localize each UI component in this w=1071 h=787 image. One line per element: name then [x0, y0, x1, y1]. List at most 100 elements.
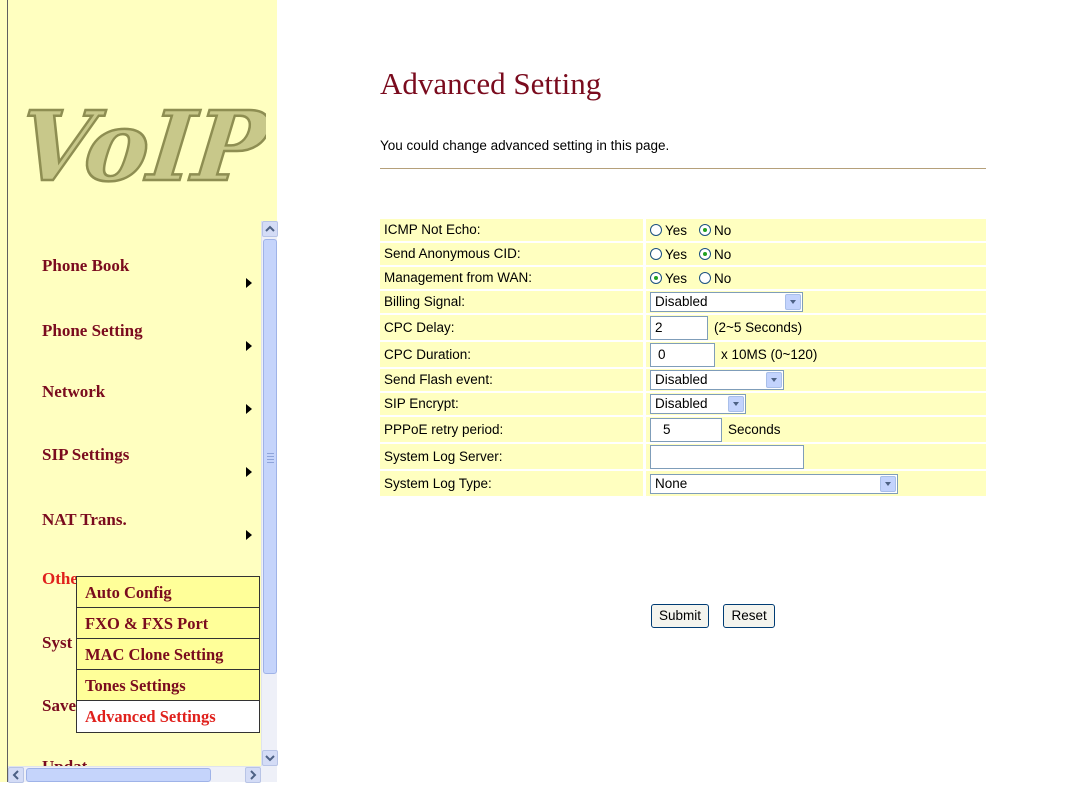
cpc-duration-input[interactable]: 0: [650, 342, 715, 367]
radio-label: No: [714, 246, 732, 262]
system-log-server-input[interactable]: [650, 444, 804, 469]
submenu-item-auto-config[interactable]: Auto Config: [77, 577, 259, 608]
icmp-not-echo-no-radio[interactable]: [699, 224, 712, 236]
submenu-arrow-icon: [246, 341, 252, 351]
cpc-duration-unit: x 10MS (0~120): [721, 347, 818, 362]
submenu-arrow-icon: [246, 530, 252, 540]
setting-row-pppoe-retry-period: PPPoE retry period: 5 Seconds: [380, 417, 986, 442]
dropdown-arrow-icon[interactable]: [880, 475, 896, 492]
scroll-left-icon[interactable]: [8, 767, 24, 783]
select-value: None: [655, 475, 688, 491]
submit-button[interactable]: Submit: [651, 604, 710, 628]
nav-item-nat-trans[interactable]: NAT Trans.: [42, 510, 127, 530]
management-from-wan-no-radio[interactable]: [699, 272, 712, 284]
setting-label: Send Flash event:: [380, 369, 643, 391]
radio-label: Yes: [665, 222, 688, 238]
nav-item-system[interactable]: Syst: [42, 633, 72, 653]
setting-value: Disabled: [646, 369, 986, 391]
nav-item-others[interactable]: Othe: [42, 569, 78, 589]
setting-row-cpc-duration: CPC Duration: 0 x 10MS (0~120): [380, 342, 986, 367]
select-value: Disabled: [655, 294, 708, 309]
setting-label: CPC Delay:: [380, 315, 643, 340]
submenu-arrow-icon: [246, 467, 252, 477]
settings-form: ICMP Not Echo: Yes No Send Anonymous CID…: [380, 219, 986, 498]
setting-label: Management from WAN:: [380, 267, 643, 289]
setting-row-system-log-type: System Log Type: None: [380, 471, 986, 496]
radio-label: No: [714, 222, 732, 238]
setting-label: SIP Encrypt:: [380, 393, 643, 415]
cpc-delay-unit: (2~5 Seconds): [714, 320, 803, 335]
setting-value: 5 Seconds: [646, 417, 986, 442]
radio-label: Yes: [665, 270, 688, 286]
dropdown-arrow-icon[interactable]: [785, 294, 801, 310]
scrollbar-corner: [261, 766, 277, 782]
nav-item-phone-book[interactable]: Phone Book: [42, 256, 129, 276]
setting-value: Yes No: [646, 267, 986, 289]
nav-item-phone-setting[interactable]: Phone Setting: [42, 321, 143, 341]
page-title: Advanced Setting: [380, 66, 602, 101]
setting-value: Disabled: [646, 291, 986, 313]
setting-label: System Log Server:: [380, 444, 643, 469]
submenu-arrow-icon: [246, 404, 252, 414]
scroll-up-icon[interactable]: [262, 221, 278, 237]
nav-item-save[interactable]: Save: [42, 696, 76, 716]
setting-label: Send Anonymous CID:: [380, 243, 643, 265]
setting-label: Billing Signal:: [380, 291, 643, 313]
reset-button[interactable]: Reset: [723, 604, 775, 628]
send-anonymous-cid-no-radio[interactable]: [699, 248, 712, 260]
divider: [380, 168, 986, 169]
select-value: Disabled: [655, 396, 708, 411]
billing-signal-select[interactable]: Disabled: [650, 292, 803, 312]
scroll-right-icon[interactable]: [245, 767, 261, 783]
submenu-item-fxo-fxs-port[interactable]: FXO & FXS Port: [77, 608, 259, 639]
left-navigation-frame: VoIP Phone Book Phone Setting Network SI…: [0, 0, 278, 783]
setting-row-system-log-server: System Log Server:: [380, 444, 986, 469]
send-flash-event-select[interactable]: Disabled: [650, 370, 784, 390]
horizontal-scroll-thumb[interactable]: [26, 768, 211, 782]
nav-item-sip-settings[interactable]: SIP Settings: [42, 445, 129, 465]
setting-row-sip-encrypt: SIP Encrypt: Disabled: [380, 393, 986, 415]
horizontal-scrollbar[interactable]: [8, 766, 261, 783]
nav-item-network[interactable]: Network: [42, 382, 105, 402]
pppoe-retry-period-unit: Seconds: [728, 422, 781, 437]
setting-value: None: [646, 471, 986, 496]
send-anonymous-cid-yes-radio[interactable]: [650, 248, 662, 260]
setting-value: Disabled: [646, 393, 986, 415]
setting-row-send-anonymous-cid: Send Anonymous CID: Yes No: [380, 243, 986, 265]
page-description: You could change advanced setting in thi…: [380, 138, 670, 153]
scroll-down-icon[interactable]: [262, 750, 278, 766]
icmp-not-echo-yes-radio[interactable]: [650, 224, 662, 236]
submenu-item-advanced-settings[interactable]: Advanced Settings: [77, 701, 259, 732]
radio-label: Yes: [665, 246, 688, 262]
submenu-arrow-icon: [246, 278, 252, 288]
vertical-scroll-thumb[interactable]: [263, 239, 277, 674]
setting-label: CPC Duration:: [380, 342, 643, 367]
pppoe-retry-period-input[interactable]: 5: [650, 417, 722, 442]
setting-value: Yes No: [646, 219, 986, 241]
setting-value: Yes No: [646, 243, 986, 265]
radio-label: No: [714, 270, 732, 286]
select-value: Disabled: [655, 372, 708, 387]
setting-row-cpc-delay: CPC Delay: 2 (2~5 Seconds): [380, 315, 986, 340]
dropdown-arrow-icon[interactable]: [728, 396, 744, 412]
setting-row-send-flash-event: Send Flash event: Disabled: [380, 369, 986, 391]
setting-value: 2 (2~5 Seconds): [646, 315, 986, 340]
others-submenu: Auto Config FXO & FXS Port MAC Clone Set…: [76, 576, 260, 733]
dropdown-arrow-icon[interactable]: [766, 372, 782, 388]
setting-label: PPPoE retry period:: [380, 417, 643, 442]
cpc-delay-input[interactable]: 2: [650, 315, 708, 340]
system-log-type-select[interactable]: None: [650, 473, 898, 494]
submenu-item-mac-clone-setting[interactable]: MAC Clone Setting: [77, 639, 259, 670]
setting-value: 0 x 10MS (0~120): [646, 342, 986, 367]
setting-label: System Log Type:: [380, 471, 643, 496]
sip-encrypt-select[interactable]: Disabled: [650, 394, 746, 414]
setting-value: [646, 444, 986, 469]
nav-menu: Phone Book Phone Setting Network SIP Set…: [0, 0, 262, 782]
vertical-scrollbar[interactable]: [261, 221, 278, 766]
setting-row-icmp-not-echo: ICMP Not Echo: Yes No: [380, 219, 986, 241]
management-from-wan-yes-radio[interactable]: [650, 272, 662, 284]
setting-row-billing-signal: Billing Signal: Disabled: [380, 291, 986, 313]
setting-row-management-from-wan: Management from WAN: Yes No: [380, 267, 986, 289]
setting-label: ICMP Not Echo:: [380, 219, 643, 241]
submenu-item-tones-settings[interactable]: Tones Settings: [77, 670, 259, 701]
